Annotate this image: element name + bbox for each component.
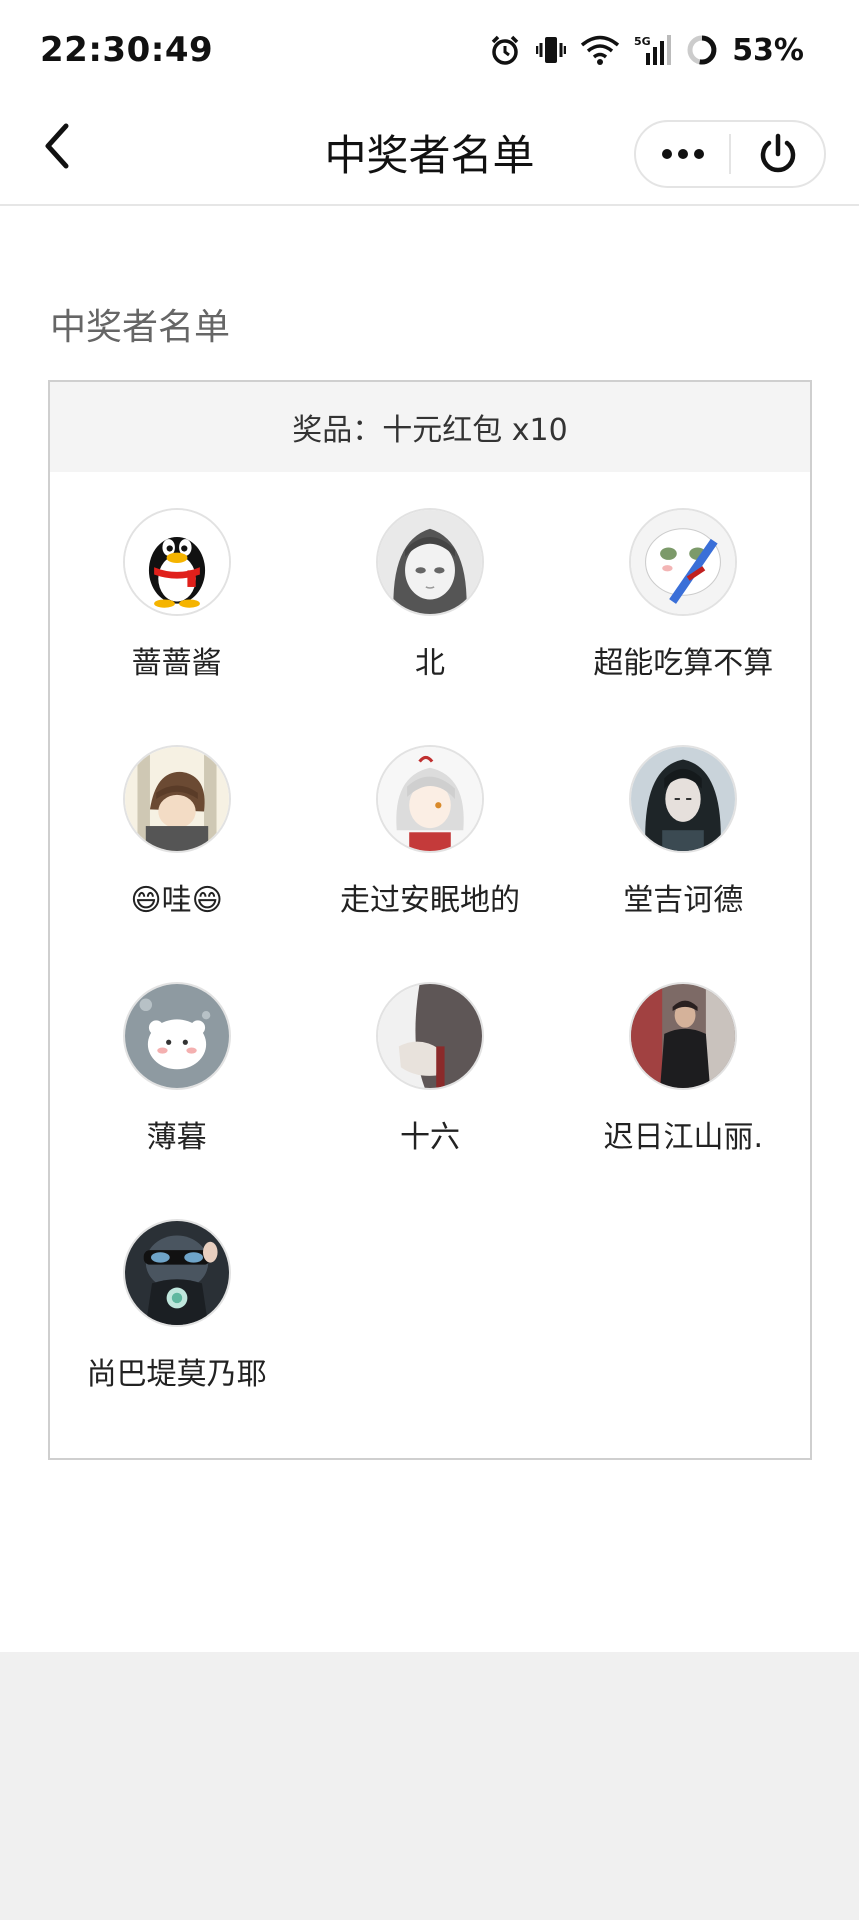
more-dots-icon xyxy=(661,149,704,159)
fluffy-creature-avatar xyxy=(122,982,231,1090)
winner-item[interactable]: 走过安眠地的 xyxy=(303,725,556,962)
svg-text:5G: 5G xyxy=(634,35,651,48)
status-time: 22:30:49 xyxy=(40,30,214,70)
section-heading: 中奖者名单 xyxy=(50,307,231,348)
mini-program-capsule xyxy=(634,120,826,188)
winner-name: 迟日江山丽. xyxy=(603,1120,764,1155)
white-hair-anime-avatar xyxy=(375,745,484,853)
winner-name: 十六 xyxy=(399,1120,460,1155)
prize-card: 奖品：十元红包 x10 蔷蔷酱 北 超能吃算不算 😄哇😄 走过安眠地的 堂吉诃德… xyxy=(48,380,812,1460)
battery-ring-icon xyxy=(686,34,718,66)
winner-item[interactable]: 尚巴堤莫乃耶 xyxy=(50,1199,303,1436)
winner-item[interactable]: 北 xyxy=(303,488,556,725)
winner-item[interactable]: 蔷蔷酱 xyxy=(50,488,303,725)
winner-item[interactable]: 堂吉诃德 xyxy=(557,725,810,962)
winner-name: 北 xyxy=(414,646,445,681)
5g-signal-icon: 5G xyxy=(634,33,672,67)
winner-item[interactable]: 十六 xyxy=(303,962,556,1199)
winner-name: 堂吉诃德 xyxy=(623,883,744,918)
dark-hair-anime-avatar xyxy=(629,745,738,853)
anime-boy-avatar xyxy=(122,745,231,853)
masked-person-avatar xyxy=(122,1219,231,1327)
winner-name: 薄暮 xyxy=(146,1120,207,1155)
winner-item[interactable]: 😄哇😄 xyxy=(50,725,303,962)
hand-photo-avatar xyxy=(375,982,484,1090)
winner-item[interactable]: 薄暮 xyxy=(50,962,303,1199)
more-button[interactable] xyxy=(636,122,729,186)
winner-name: 😄哇😄 xyxy=(130,883,223,918)
prize-label: 奖品：十元红包 x10 xyxy=(50,382,810,472)
wifi-icon xyxy=(580,34,620,66)
winner-name: 超能吃算不算 xyxy=(593,646,774,681)
winner-name: 蔷蔷酱 xyxy=(131,646,222,681)
power-icon xyxy=(760,133,795,173)
status-bar: 22:30:49 5G 53% xyxy=(0,0,859,100)
winner-item[interactable]: 迟日江山丽. xyxy=(557,962,810,1199)
meme-face-avatar xyxy=(629,508,738,616)
nav-bar: 中奖者名单 xyxy=(0,100,859,206)
penguin-avatar xyxy=(122,508,231,616)
battery-percentage: 53% xyxy=(732,32,804,68)
alarm-icon xyxy=(488,33,522,67)
person-leather-jacket-avatar xyxy=(629,982,738,1090)
winner-item[interactable]: 超能吃算不算 xyxy=(557,488,810,725)
vibrate-icon xyxy=(536,33,567,67)
anime-girl-avatar xyxy=(375,508,484,616)
winner-name: 尚巴堤莫乃耶 xyxy=(86,1357,267,1392)
winner-name: 走过安眠地的 xyxy=(339,883,520,918)
close-button[interactable] xyxy=(731,122,824,186)
winners-grid: 蔷蔷酱 北 超能吃算不算 😄哇😄 走过安眠地的 堂吉诃德 薄暮 十六 迟日江山丽… xyxy=(50,472,810,1436)
status-icons: 5G 53% xyxy=(488,30,804,70)
